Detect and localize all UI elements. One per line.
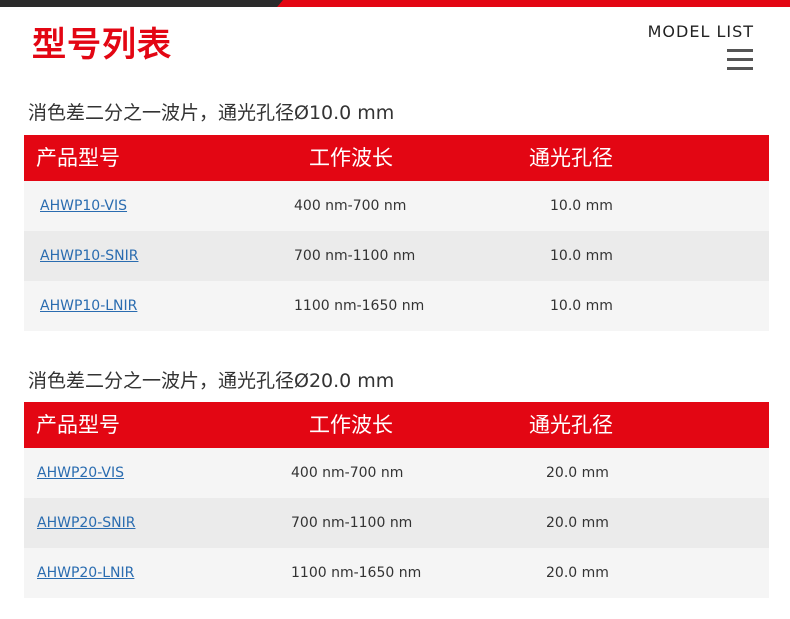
top-accent-bar (0, 0, 790, 7)
model-link[interactable]: AHWP10-LNIR (40, 298, 137, 314)
wavelength-cell: 1100 nm-1650 nm (291, 565, 422, 581)
column-header-model: 产品型号 (36, 413, 120, 437)
model-table: 产品型号 工作波长 通光孔径 AHWP20-VIS 400 nm-700 nm … (24, 402, 769, 598)
wavelength-cell: 700 nm-1100 nm (291, 515, 413, 531)
model-link[interactable]: AHWP20-VIS (37, 465, 124, 481)
page-title: 型号列表 (32, 25, 172, 65)
table-row: AHWP20-LNIR 1100 nm-1650 nm 20.0 mm (24, 548, 769, 598)
aperture-cell: 20.0 mm (546, 465, 609, 481)
model-link[interactable]: AHWP10-VIS (40, 198, 127, 214)
model-list-label: MODEL LIST (647, 22, 754, 41)
column-header-aperture: 通光孔径 (529, 146, 613, 170)
wavelength-cell: 700 nm-1100 nm (294, 248, 416, 264)
model-table: 产品型号 工作波长 通光孔径 AHWP10-VIS 400 nm-700 nm … (24, 135, 769, 331)
table-row: AHWP10-VIS 400 nm-700 nm 10.0 mm (24, 181, 769, 231)
aperture-cell: 10.0 mm (550, 198, 613, 214)
table-row: AHWP10-LNIR 1100 nm-1650 nm 10.0 mm (24, 281, 769, 331)
section-heading: 消色差二分之一波片，通光孔径Ø10.0 mm (28, 102, 395, 124)
wavelength-cell: 1100 nm-1650 nm (294, 298, 425, 314)
page: 型号列表 MODEL LIST 消色差二分之一波片，通光孔径Ø10.0 mm 产… (0, 0, 790, 619)
wavelength-cell: 400 nm-700 nm (291, 465, 404, 481)
hamburger-menu-icon[interactable] (727, 49, 753, 70)
column-header-model: 产品型号 (36, 146, 120, 170)
table-header: 产品型号 工作波长 通光孔径 (24, 402, 769, 448)
model-link[interactable]: AHWP20-LNIR (37, 565, 134, 581)
aperture-cell: 10.0 mm (550, 298, 613, 314)
section-heading: 消色差二分之一波片，通光孔径Ø20.0 mm (28, 370, 395, 392)
table-row: AHWP10-SNIR 700 nm-1100 nm 10.0 mm (24, 231, 769, 281)
model-link[interactable]: AHWP20-SNIR (37, 515, 135, 531)
aperture-cell: 20.0 mm (546, 565, 609, 581)
model-link[interactable]: AHWP10-SNIR (40, 248, 138, 264)
table-row: AHWP20-SNIR 700 nm-1100 nm 20.0 mm (24, 498, 769, 548)
column-header-wavelength: 工作波长 (309, 413, 393, 437)
aperture-cell: 10.0 mm (550, 248, 613, 264)
column-header-wavelength: 工作波长 (309, 146, 393, 170)
table-row: AHWP20-VIS 400 nm-700 nm 20.0 mm (24, 448, 769, 498)
column-header-aperture: 通光孔径 (529, 413, 613, 437)
aperture-cell: 20.0 mm (546, 515, 609, 531)
table-header: 产品型号 工作波长 通光孔径 (24, 135, 769, 181)
wavelength-cell: 400 nm-700 nm (294, 198, 407, 214)
